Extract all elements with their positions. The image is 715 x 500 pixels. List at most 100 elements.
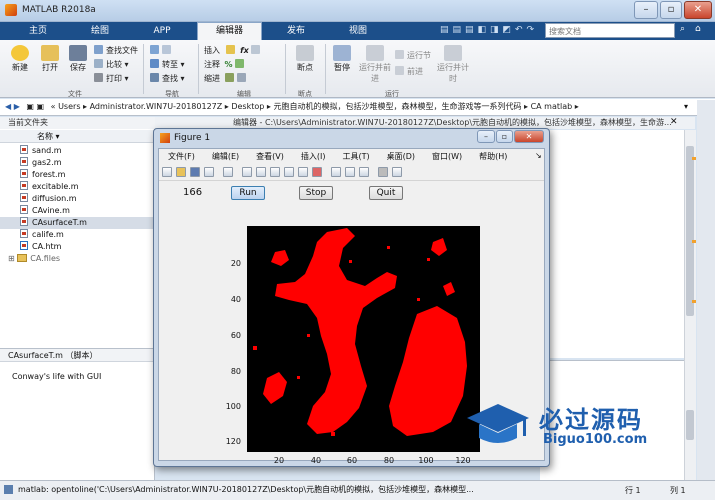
- file-item-selected[interactable]: CAsurfaceT.m: [0, 217, 155, 229]
- legend-icon[interactable]: [359, 167, 369, 177]
- find-files-button[interactable]: 查找文件: [94, 45, 138, 56]
- figure-close-button[interactable]: ✕: [514, 130, 544, 143]
- file-item[interactable]: diffusion.m: [0, 193, 155, 205]
- zoom-in-icon[interactable]: [242, 167, 252, 177]
- file-item[interactable]: gas2.m: [0, 157, 155, 169]
- html-file-icon: [20, 241, 28, 250]
- tab-plots[interactable]: 绘图: [70, 23, 130, 39]
- menu-arrow-icon[interactable]: ↘: [535, 151, 542, 160]
- menu-view[interactable]: 查看(V): [256, 152, 284, 161]
- indent-button[interactable]: 缩进: [204, 73, 249, 84]
- run-time-button[interactable]: 运行并计时: [436, 45, 470, 84]
- path-part[interactable]: 元胞自动机的模拟，包括沙堆模型，森林模型，生命游戏等一系列代码: [273, 102, 521, 111]
- insert-button[interactable]: 插入 fx: [204, 45, 263, 56]
- m-file-icon: [20, 181, 28, 190]
- path-part[interactable]: Desktop: [231, 102, 264, 111]
- menu-edit[interactable]: 编辑(E): [212, 152, 239, 161]
- graduation-cap-icon: [467, 404, 529, 443]
- new-figure-icon[interactable]: [162, 167, 172, 177]
- zoom-out-icon[interactable]: [256, 167, 266, 177]
- breakpoint-icon: [296, 45, 314, 61]
- breakpoints-button[interactable]: 断点: [290, 45, 320, 73]
- tab-editor[interactable]: 编辑器: [197, 22, 262, 40]
- tab-publish[interactable]: 发布: [266, 23, 326, 39]
- file-item[interactable]: calife.m: [0, 229, 155, 241]
- menu-window[interactable]: 窗口(W): [432, 152, 462, 161]
- folder-icon: [17, 254, 28, 262]
- figure-maximize-button[interactable]: ▫: [496, 130, 513, 143]
- pause-button[interactable]: 暂停: [328, 45, 356, 73]
- matlab-figure-icon: [160, 133, 170, 143]
- run-section-button[interactable]: 运行节: [395, 50, 431, 61]
- file-item[interactable]: excitable.m: [0, 181, 155, 193]
- menu-help[interactable]: 帮助(H): [479, 152, 507, 161]
- path-part[interactable]: Administrator.WIN7U-20180127Z: [90, 102, 223, 111]
- tab-apps[interactable]: APP: [132, 23, 192, 39]
- y-tick-label: 60: [230, 331, 241, 340]
- menu-insert[interactable]: 插入(I): [301, 152, 326, 161]
- figure-minimize-button[interactable]: –: [477, 130, 495, 143]
- print-button[interactable]: 打印 ▾: [94, 73, 129, 84]
- plot-axes[interactable]: [247, 226, 480, 452]
- m-file-icon: [20, 169, 28, 178]
- editor-close-icon[interactable]: ✕: [670, 117, 678, 127]
- path-part[interactable]: Users: [58, 102, 80, 111]
- up-folder-icon[interactable]: ▣ ▣: [26, 102, 44, 111]
- name-column-header[interactable]: 名称 ▾: [0, 130, 155, 143]
- scrollbar-thumb[interactable]: [686, 146, 694, 316]
- run-advance-button[interactable]: 运行并前进: [358, 45, 392, 84]
- compare-button[interactable]: 比较 ▾: [94, 59, 129, 70]
- link-icon[interactable]: [331, 167, 341, 177]
- menu-tools[interactable]: 工具(T): [342, 152, 369, 161]
- file-item[interactable]: forest.m: [0, 169, 155, 181]
- file-item[interactable]: CAvine.m: [0, 205, 155, 217]
- y-tick-label: 80: [230, 367, 241, 376]
- search-icon[interactable]: ⌕: [680, 24, 685, 34]
- find-button[interactable]: 查找 ▾: [150, 73, 185, 84]
- address-bar[interactable]: ◀ ▶ ▣ ▣ « Users ▸ Administrator.WIN7U-20…: [0, 99, 715, 116]
- advance-button[interactable]: 前进: [395, 66, 423, 77]
- colorbar-icon[interactable]: [345, 167, 355, 177]
- save-icon[interactable]: [190, 167, 200, 177]
- print-icon[interactable]: [204, 167, 214, 177]
- brush-icon[interactable]: [312, 167, 322, 177]
- pan-icon[interactable]: [270, 167, 280, 177]
- stop-button[interactable]: Stop: [299, 186, 333, 200]
- generation-counter: 166: [183, 187, 203, 198]
- save-icon: [69, 45, 87, 61]
- file-item[interactable]: CA.htm: [0, 241, 155, 253]
- tab-view[interactable]: 视图: [328, 23, 388, 39]
- rotate-icon[interactable]: [284, 167, 294, 177]
- close-button[interactable]: ✕: [684, 1, 712, 19]
- help-icon[interactable]: ⌂: [695, 24, 701, 34]
- menu-desktop[interactable]: 桌面(D): [387, 152, 415, 161]
- menu-file[interactable]: 文件(F): [168, 152, 195, 161]
- new-button[interactable]: 新建: [6, 45, 34, 73]
- title-bar: MATLAB R2018a – ▫ ✕: [0, 0, 715, 22]
- run-button[interactable]: Run: [231, 186, 265, 200]
- m-file-icon: [20, 217, 28, 226]
- save-button[interactable]: 保存: [64, 45, 92, 73]
- tab-home[interactable]: 主页: [8, 23, 68, 39]
- m-file-icon: [20, 205, 28, 214]
- quit-button[interactable]: Quit: [369, 186, 403, 200]
- back-icon[interactable]: ◀ ▶: [5, 102, 20, 111]
- folder-item[interactable]: ⊞ CA.files: [0, 253, 155, 265]
- life-grid: [247, 226, 480, 452]
- path-part[interactable]: CA matlab: [531, 102, 573, 111]
- quick-access-icons[interactable]: ▤▤▤◧◨◩↶↷: [440, 25, 538, 35]
- show-tools-icon[interactable]: [392, 167, 402, 177]
- minimize-button[interactable]: –: [634, 1, 658, 19]
- open-icon[interactable]: [176, 167, 186, 177]
- hide-tools-icon[interactable]: [378, 167, 388, 177]
- goto-button[interactable]: 转至 ▾: [150, 59, 185, 70]
- comment-button[interactable]: 注释 %: [204, 59, 247, 70]
- pointer-icon[interactable]: [223, 167, 233, 177]
- open-button[interactable]: 打开: [36, 45, 64, 73]
- path-dropdown-icon[interactable]: ▾: [684, 102, 688, 111]
- file-item[interactable]: sand.m: [0, 145, 155, 157]
- maximize-button[interactable]: ▫: [660, 1, 682, 19]
- search-input[interactable]: 搜索文档: [545, 23, 675, 38]
- nav-arrows[interactable]: [150, 45, 174, 55]
- data-cursor-icon[interactable]: [298, 167, 308, 177]
